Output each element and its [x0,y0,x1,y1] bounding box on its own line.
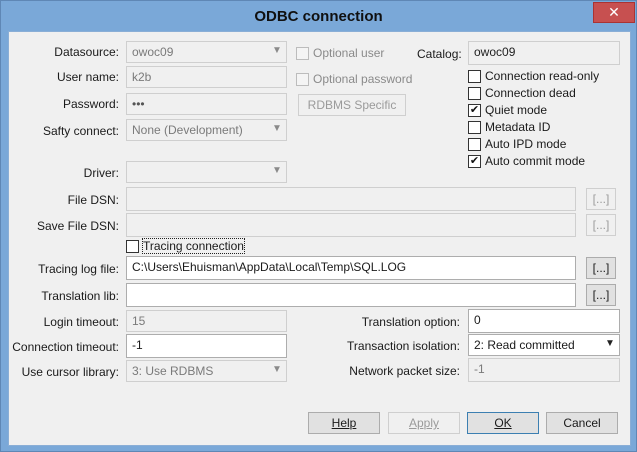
transaction-isolation-label: Transaction isolation: [347,339,460,353]
chevron-down-icon: ▼ [272,123,282,134]
cancel-button[interactable]: Cancel [546,412,618,434]
save-file-dsn-field[interactable] [126,213,576,237]
rdbms-specific-button[interactable]: RDBMS Specific [298,94,406,116]
transaction-isolation-combo[interactable]: 2: Read committed ▼ [468,334,620,356]
odbc-dialog-window: ODBC connection ✕ Datasource: owoc09 ▼ U… [0,0,637,452]
driver-combo[interactable]: ▼ [126,161,287,183]
network-packet-size-field[interactable]: -1 [468,358,620,382]
option-checkbox[interactable]: Metadata ID [468,120,550,134]
login-timeout-label: Login timeout: [43,315,119,329]
datasource-label: Datasource: [54,45,119,59]
optional-password-checkbox[interactable]: Optional password [296,72,412,86]
tracing-log-file-field[interactable]: C:\Users\Ehuisman\AppData\Local\Temp\SQL… [126,256,576,280]
ok-button[interactable]: OK [467,412,539,434]
tracing-log-file-label: Tracing log file: [38,262,119,276]
use-cursor-library-label: Use cursor library: [21,365,119,379]
password-value: ••• [132,97,145,111]
tracing-log-file-value: C:\Users\Ehuisman\AppData\Local\Temp\SQL… [132,260,407,274]
password-label: Password: [62,97,119,111]
option-label: Connection read-only [485,69,600,83]
safty-connect-label: Safty connect: [42,124,119,138]
dialog-body: Datasource: owoc09 ▼ User name: k2b Pass… [8,31,631,446]
checkbox-box [468,120,481,134]
checkbox-box [296,46,309,60]
checkmark-icon: ✔ [468,154,481,168]
close-icon[interactable]: ✕ [593,2,635,23]
driver-label: Driver: [83,166,119,180]
ok-label: OK [494,416,512,430]
use-cursor-library-value: 3: Use RDBMS [132,364,214,378]
connection-timeout-value: -1 [132,338,143,352]
file-dsn-browse-button[interactable]: [...] [586,188,616,210]
translation-lib-browse-button[interactable]: [...] [586,284,616,306]
apply-label: Apply [408,416,440,430]
login-timeout-value: 15 [132,314,146,328]
translation-option-label: Translation option: [361,315,460,329]
optional-user-label: Optional user [313,46,385,60]
network-packet-size-label: Network packet size: [349,364,460,378]
help-button[interactable]: Help [308,412,380,434]
username-field[interactable]: k2b [126,66,287,88]
checkbox-box [468,69,481,83]
dialog-title: ODBC connection [254,8,383,25]
browse-label: [...] [592,192,610,206]
title-bar[interactable]: ODBC connection ✕ [1,1,636,31]
option-checkbox[interactable]: Connection read-only [468,69,599,83]
checkbox-box [126,239,139,253]
option-checkbox[interactable]: ✔ Quiet mode [468,103,547,117]
checkbox-box [468,137,481,151]
safty-connect-value: None (Development) [132,123,243,137]
option-label: Connection dead [485,86,576,100]
browse-label: [...] [592,288,610,302]
save-file-dsn-browse-button[interactable]: [...] [586,214,616,236]
tracing-log-browse-button[interactable]: [...] [586,257,616,279]
rdbms-specific-label: RDBMS Specific [307,98,397,112]
datasource-combo[interactable]: owoc09 ▼ [126,41,287,63]
optional-user-checkbox[interactable]: Optional user [296,46,384,60]
browse-label: [...] [592,261,610,275]
checkbox-box [468,86,481,100]
username-value: k2b [132,70,152,84]
translation-option-field[interactable]: 0 [468,309,620,333]
chevron-down-icon: ▼ [272,364,282,375]
translation-lib-field[interactable] [126,283,576,307]
connection-timeout-label: Connection timeout: [12,340,119,354]
catalog-label: Catalog: [417,47,462,61]
apply-button[interactable]: Apply [388,412,460,434]
file-dsn-label: File DSN: [67,193,119,207]
option-checkbox[interactable]: Connection dead [468,86,576,100]
help-label: Help [331,416,357,430]
file-dsn-field[interactable] [126,187,576,211]
transaction-isolation-value: 2: Read committed [474,338,575,352]
checkbox-box [296,72,309,86]
catalog-field[interactable]: owoc09 [468,41,620,65]
chevron-down-icon: ▼ [605,338,615,349]
chevron-down-icon: ▼ [272,45,282,56]
password-field[interactable]: ••• [126,93,287,115]
optional-password-label: Optional password [313,72,413,86]
use-cursor-library-combo[interactable]: 3: Use RDBMS ▼ [126,360,287,382]
option-label: Metadata ID [485,120,551,134]
datasource-value: owoc09 [132,45,174,59]
translation-lib-label: Translation lib: [41,289,119,303]
chevron-down-icon: ▼ [272,165,282,176]
network-packet-size-value: -1 [474,362,485,376]
option-checkbox[interactable]: Auto IPD mode [468,137,566,151]
username-label: User name: [56,70,119,84]
browse-label: [...] [592,218,610,232]
connection-timeout-field[interactable]: -1 [126,334,287,358]
tracing-connection-checkbox[interactable]: Tracing connection [126,238,245,254]
cancel-label: Cancel [563,416,601,430]
save-file-dsn-label: Save File DSN: [36,219,119,233]
checkmark-icon: ✔ [468,103,481,117]
catalog-value: owoc09 [474,45,516,59]
translation-option-value: 0 [474,313,481,327]
option-label: Quiet mode [485,103,548,117]
login-timeout-field[interactable]: 15 [126,310,287,332]
option-label: Auto commit mode [485,154,586,168]
safty-connect-combo[interactable]: None (Development) ▼ [126,119,287,141]
tracing-connection-label: Tracing connection [142,238,245,254]
option-label: Auto IPD mode [485,137,567,151]
option-checkbox[interactable]: ✔ Auto commit mode [468,154,585,168]
